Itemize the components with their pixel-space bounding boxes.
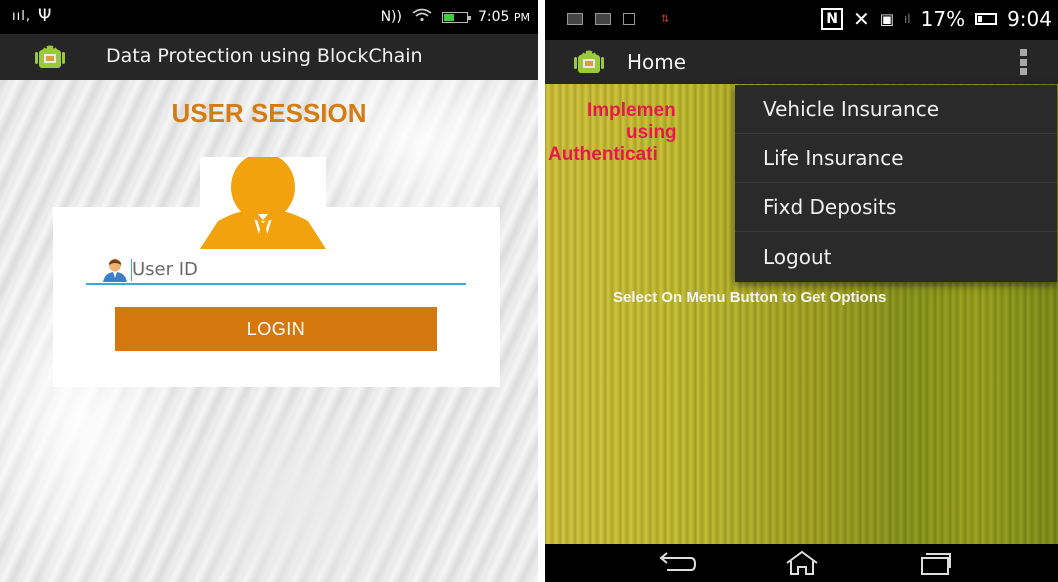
- android-robot-icon: [573, 49, 605, 79]
- data-icon: ⇅: [661, 13, 670, 25]
- status-right: N)) 7:05 PM: [381, 8, 530, 26]
- menu-item-vehicle-insurance[interactable]: Vehicle Insurance: [735, 85, 1057, 134]
- notification-icon: [567, 13, 583, 25]
- app-bar: Data Protection using BlockChain: [0, 34, 538, 80]
- app-bar: Home: [545, 40, 1058, 84]
- battery-icon: [441, 11, 471, 23]
- no-sim-icon: ▣: [879, 10, 894, 28]
- signal-icon: ıl: [903, 12, 911, 26]
- overflow-menu-button[interactable]: [1020, 49, 1030, 75]
- clock: 9:04: [1007, 7, 1052, 31]
- usb-icon: [623, 13, 635, 25]
- battery-percent: 17%: [920, 7, 966, 31]
- app-title: Home: [627, 50, 687, 74]
- menu-dot: [1020, 68, 1027, 75]
- android-robot-icon: [34, 44, 66, 74]
- nfc-icon: N: [821, 8, 843, 30]
- status-bar: ⇅ N ✕ ▣ ıl 17% 9:04: [545, 0, 1058, 40]
- menu-hint: Select On Menu Button to Get Options: [613, 289, 887, 306]
- back-icon[interactable]: [657, 550, 697, 580]
- heading-line: Authenticati: [548, 144, 658, 165]
- recent-apps-icon[interactable]: [919, 550, 953, 580]
- login-button[interactable]: LOGIN: [115, 307, 437, 351]
- usb-icon: Ψ: [38, 6, 52, 26]
- page-title: USER SESSION: [171, 98, 367, 128]
- notification-icon: [595, 13, 611, 25]
- app-title: Data Protection using BlockChain: [106, 45, 423, 67]
- status-bar: ııl, Ψ N)) 7:05 PM: [0, 0, 538, 34]
- heading-line: using: [626, 122, 677, 143]
- status-right: N ✕ ▣ ıl 17% 9:04: [821, 7, 1052, 31]
- menu-item-logout[interactable]: Logout: [735, 232, 1057, 281]
- menu-item-fixed-deposits[interactable]: Fixd Deposits: [735, 183, 1057, 232]
- notification-icons: ⇅: [567, 13, 669, 25]
- person-icon: [102, 258, 128, 286]
- login-screen: ııl, Ψ N)) 7:05 PM Data Protection using…: [0, 0, 538, 582]
- options-menu: Vehicle Insurance Life Insurance Fixd De…: [735, 85, 1057, 282]
- screenshot-stage: ııl, Ψ N)) 7:05 PM Data Protection using…: [0, 0, 1058, 582]
- menu-item-life-insurance[interactable]: Life Insurance: [735, 134, 1057, 183]
- bluetooth-icon: ✕: [853, 7, 870, 31]
- home-screen: ⇅ N ✕ ▣ ıl 17% 9:04 Home Implemen using …: [545, 0, 1058, 582]
- menu-dot: [1020, 49, 1027, 56]
- battery-icon: [975, 13, 998, 25]
- clock: 7:05 PM: [477, 9, 530, 25]
- menu-dot: [1020, 58, 1027, 66]
- nfc-label: N)): [380, 9, 402, 25]
- wifi-icon: [412, 8, 432, 26]
- user-avatar-icon: [200, 157, 326, 249]
- user-id-input[interactable]: [132, 256, 452, 282]
- home-icon[interactable]: [785, 550, 819, 580]
- user-id-field[interactable]: [86, 256, 466, 285]
- signal-icon: ııl,: [12, 9, 31, 24]
- navigation-bar: [545, 544, 1058, 582]
- heading-line: Implemen: [587, 100, 676, 121]
